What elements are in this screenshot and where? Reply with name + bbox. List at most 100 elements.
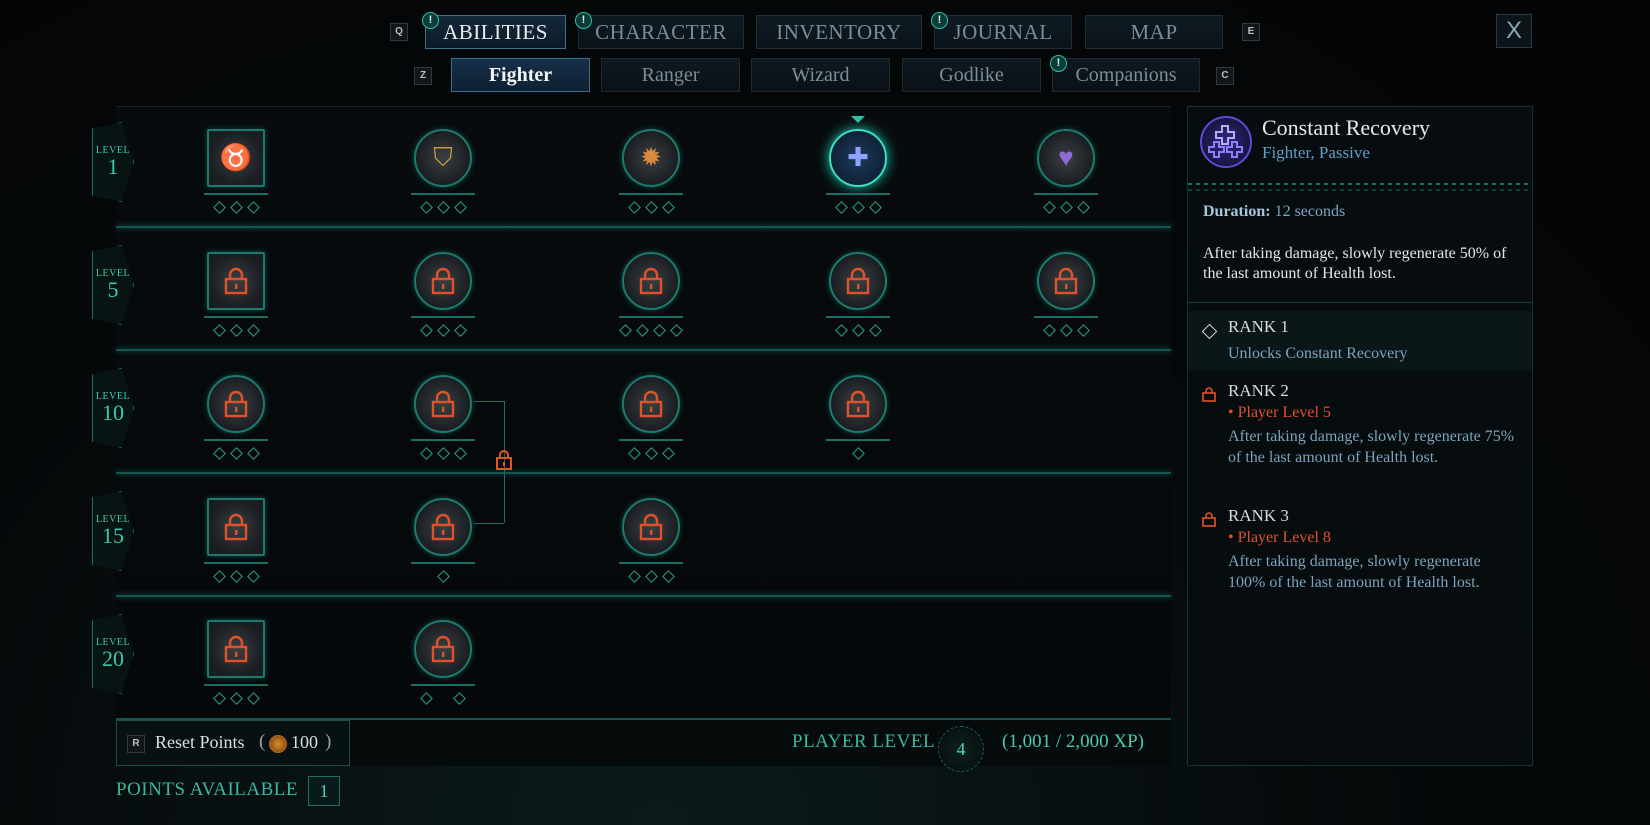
prerequisite-lock-icon bbox=[496, 450, 512, 470]
ability-node[interactable] bbox=[622, 498, 680, 556]
alert-icon: ! bbox=[1050, 55, 1067, 72]
rank-pips bbox=[212, 447, 260, 460]
tab-label: MAP bbox=[1130, 20, 1178, 44]
tab-ranger[interactable]: Ranger bbox=[601, 58, 740, 92]
lock-icon bbox=[1054, 267, 1078, 295]
prev-class-key-hint[interactable]: Z bbox=[414, 67, 432, 85]
rank-pip-icon bbox=[851, 201, 865, 214]
rank-pips bbox=[212, 324, 260, 337]
rank-pip-icon bbox=[653, 324, 666, 337]
ability-subtitle: Fighter, Passive bbox=[1262, 143, 1370, 162]
rank-pip-icon bbox=[453, 201, 467, 214]
rank-pips bbox=[619, 324, 683, 337]
tab-label: Wizard bbox=[791, 64, 850, 86]
lock-icon bbox=[846, 390, 870, 418]
node-base-line bbox=[204, 562, 268, 564]
reset-cost-paren-close: ) bbox=[325, 731, 332, 752]
rank-pips bbox=[419, 324, 467, 337]
tab-character[interactable]: CHARACTER bbox=[578, 15, 744, 49]
rank-pips bbox=[419, 201, 467, 214]
rank-description: Unlocks Constant Recovery bbox=[1228, 345, 1408, 362]
rank-pip-icon bbox=[229, 324, 243, 337]
next-class-key-hint[interactable]: C bbox=[1216, 67, 1234, 85]
rank-pip-icon bbox=[246, 201, 260, 214]
ability-node[interactable]: ♉ bbox=[207, 129, 265, 187]
ability-node[interactable] bbox=[207, 498, 265, 556]
ability-node[interactable] bbox=[414, 498, 472, 556]
node-base-line bbox=[1034, 316, 1098, 318]
ability-node[interactable] bbox=[1037, 252, 1095, 310]
ability-node[interactable] bbox=[622, 375, 680, 433]
reset-cost: 100 bbox=[291, 732, 318, 752]
prerequisite-connector bbox=[474, 523, 504, 524]
rank-title: RANK 3 bbox=[1228, 506, 1289, 525]
ability-node[interactable] bbox=[414, 375, 472, 433]
rank-pip-icon bbox=[436, 447, 450, 460]
tab-godlike[interactable]: Godlike bbox=[902, 58, 1041, 92]
lock-icon bbox=[224, 390, 248, 418]
rank-pip-icon bbox=[229, 447, 243, 460]
ability-node[interactable] bbox=[622, 252, 680, 310]
tab-abilities[interactable]: ABILITIES bbox=[425, 15, 566, 49]
ability-node[interactable] bbox=[414, 620, 472, 678]
selected-indicator-icon bbox=[851, 116, 865, 123]
rank-pips bbox=[627, 447, 675, 460]
lock-icon bbox=[846, 267, 870, 295]
level-number: 15 bbox=[102, 523, 124, 548]
node-base-line bbox=[411, 316, 475, 318]
ability-node[interactable] bbox=[829, 252, 887, 310]
level-number: 10 bbox=[102, 400, 124, 425]
divider bbox=[1188, 302, 1532, 303]
tab-fighter[interactable]: Fighter bbox=[451, 58, 590, 92]
tab-label: CHARACTER bbox=[595, 20, 727, 44]
rank-pips bbox=[212, 692, 260, 705]
ability-node[interactable] bbox=[207, 252, 265, 310]
lock-icon bbox=[1202, 387, 1216, 402]
rank-2-row[interactable]: RANK 2 • Player Level 5 After taking dam… bbox=[1188, 380, 1532, 490]
points-available-label: POINTS AVAILABLE bbox=[116, 779, 299, 800]
tab-inventory[interactable]: INVENTORY bbox=[756, 15, 922, 49]
ability-node[interactable] bbox=[829, 375, 887, 433]
ability-node[interactable]: ♥ bbox=[1037, 129, 1095, 187]
tab-companions[interactable]: Companions bbox=[1052, 58, 1200, 92]
ability-node[interactable] bbox=[207, 620, 265, 678]
close-button[interactable]: X bbox=[1496, 14, 1532, 48]
node-base-line bbox=[204, 439, 268, 441]
rank-requirement: • Player Level 8 bbox=[1228, 529, 1331, 546]
next-tab-key-hint[interactable]: E bbox=[1242, 23, 1260, 41]
lock-icon bbox=[431, 635, 455, 663]
ability-node[interactable] bbox=[207, 375, 265, 433]
tab-label: INVENTORY bbox=[776, 20, 902, 44]
reset-points-label: Reset Points bbox=[155, 732, 245, 752]
node-base-line bbox=[411, 439, 475, 441]
rank-1-row[interactable]: RANK 1 Unlocks Constant Recovery bbox=[1188, 311, 1532, 370]
rank-pip-icon bbox=[1059, 324, 1073, 337]
lock-icon bbox=[639, 390, 663, 418]
alert-icon: ! bbox=[931, 12, 948, 29]
alert-icon: ! bbox=[575, 12, 592, 29]
tab-wizard[interactable]: Wizard bbox=[751, 58, 890, 92]
rank-pip-icon bbox=[212, 447, 226, 460]
reset-points-button[interactable]: R Reset Points ( 100 ) bbox=[116, 720, 350, 766]
lock-icon bbox=[431, 513, 455, 541]
node-base-line bbox=[204, 316, 268, 318]
rank-pip-icon bbox=[212, 692, 226, 705]
rank-pip-icon bbox=[419, 447, 433, 460]
ability-node[interactable]: ✚ bbox=[829, 129, 887, 187]
ability-node[interactable] bbox=[414, 252, 472, 310]
rank-pip-icon bbox=[229, 692, 243, 705]
rank-pip-icon bbox=[1059, 201, 1073, 214]
tab-journal[interactable]: JOURNAL bbox=[934, 15, 1072, 49]
rank-3-row[interactable]: RANK 3 • Player Level 8 After taking dam… bbox=[1188, 505, 1532, 615]
rank-pip-icon bbox=[644, 447, 658, 460]
constant-recovery-icon: ✚ bbox=[847, 143, 869, 172]
ability-node[interactable]: ⛉ bbox=[414, 129, 472, 187]
rank-title: RANK 2 bbox=[1228, 381, 1289, 400]
ability-node[interactable]: ✹ bbox=[622, 129, 680, 187]
reset-cost-paren-open: ( bbox=[259, 731, 266, 752]
tab-map[interactable]: MAP bbox=[1085, 15, 1223, 49]
constant-recovery-icon bbox=[1200, 116, 1252, 168]
rank-pip-icon bbox=[212, 570, 226, 583]
rank-pip-icon bbox=[636, 324, 649, 337]
prev-tab-key-hint[interactable]: Q bbox=[390, 23, 408, 41]
